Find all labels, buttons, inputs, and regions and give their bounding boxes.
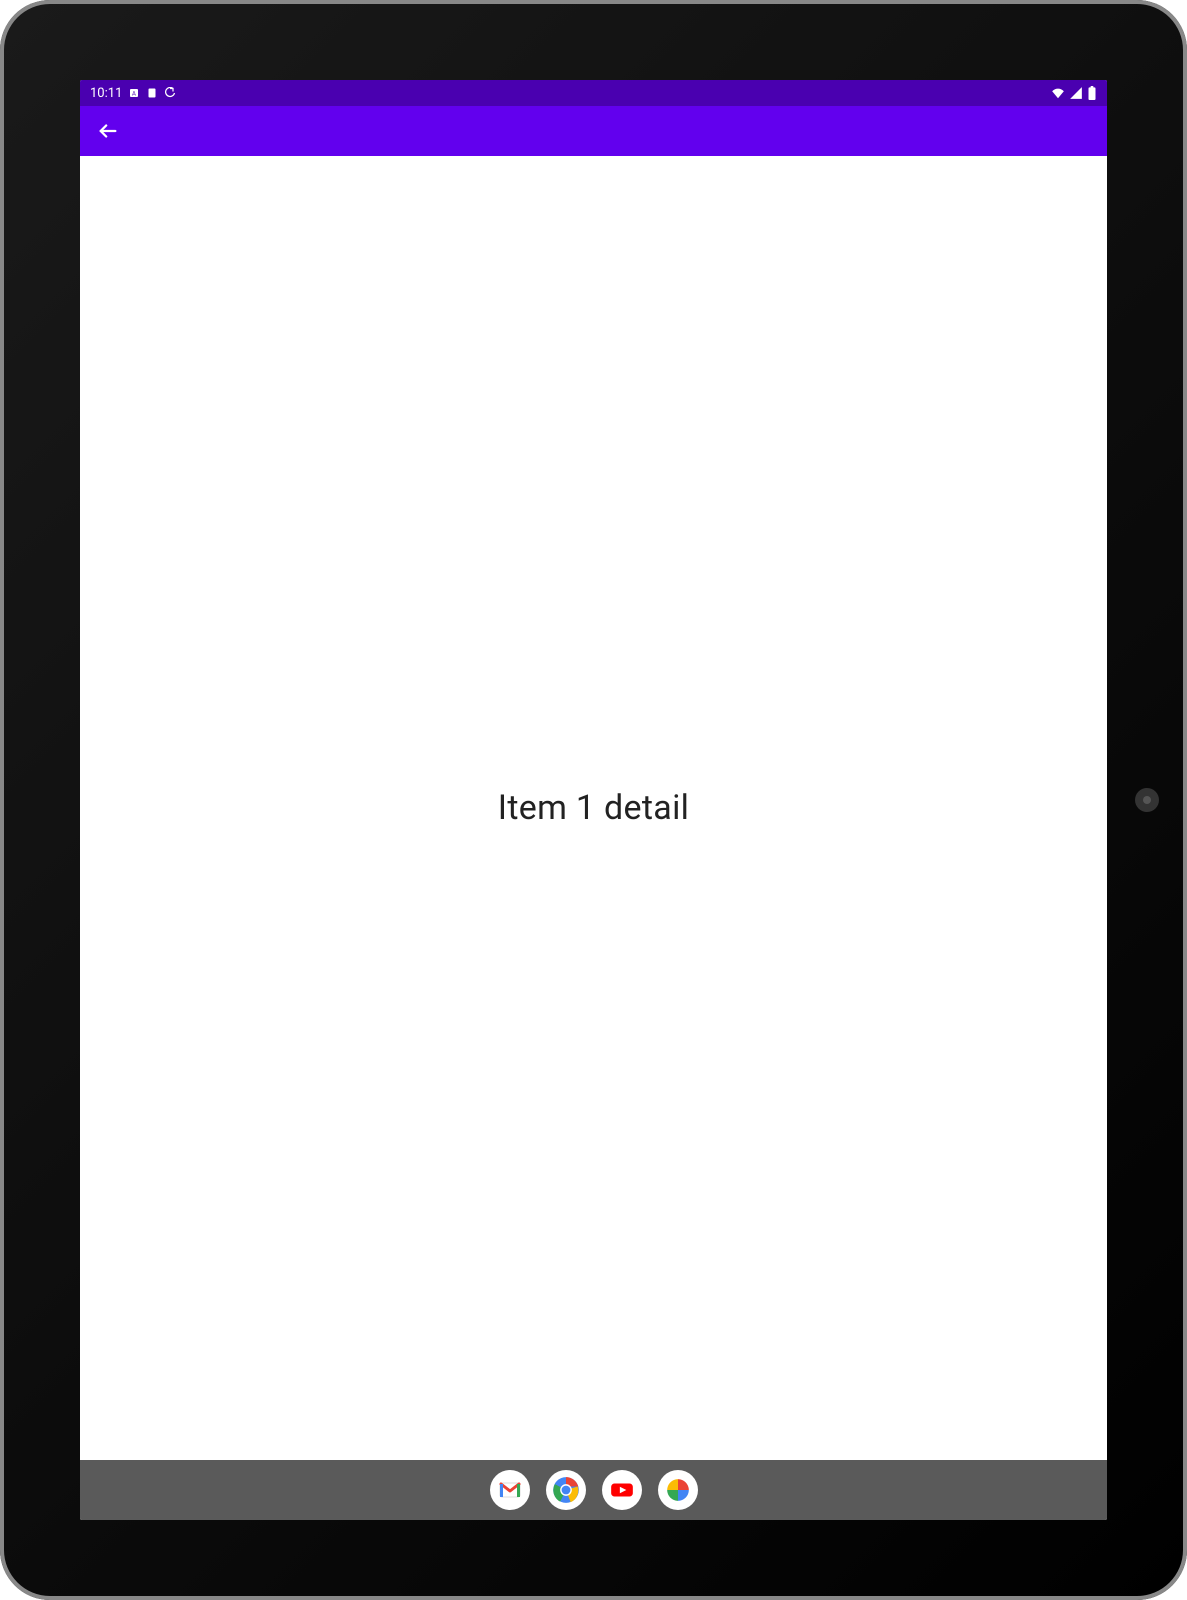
battery-icon bbox=[1087, 86, 1097, 100]
dock-app-chrome[interactable] bbox=[546, 1470, 586, 1510]
tablet-frame: 10:11 A bbox=[0, 0, 1187, 1600]
dock-app-photos[interactable] bbox=[658, 1470, 698, 1510]
wifi-icon bbox=[1051, 86, 1065, 100]
gmail-icon bbox=[498, 1478, 522, 1502]
status-bar: 10:11 A bbox=[80, 80, 1107, 106]
signal-icon bbox=[1069, 86, 1083, 100]
dock-app-youtube[interactable] bbox=[602, 1470, 642, 1510]
sync-icon bbox=[164, 87, 176, 99]
back-button[interactable] bbox=[92, 115, 124, 147]
status-bar-left: 10:11 A bbox=[90, 86, 176, 101]
content-area: Item 1 detail bbox=[80, 156, 1107, 1460]
navigation-bar bbox=[80, 1460, 1107, 1520]
app-bar bbox=[80, 106, 1107, 156]
screen: 10:11 A bbox=[80, 80, 1107, 1520]
status-time: 10:11 bbox=[90, 86, 122, 101]
tablet-camera bbox=[1135, 788, 1159, 812]
detail-text: Item 1 detail bbox=[498, 788, 689, 828]
status-bar-right bbox=[1051, 86, 1097, 100]
chrome-icon bbox=[552, 1476, 580, 1504]
photos-icon bbox=[665, 1477, 691, 1503]
svg-text:A: A bbox=[132, 91, 136, 98]
arrow-back-icon bbox=[97, 120, 119, 142]
auto-rotate-icon: A bbox=[128, 87, 140, 99]
youtube-icon bbox=[609, 1477, 635, 1503]
card-icon bbox=[146, 87, 158, 99]
dock-app-gmail[interactable] bbox=[490, 1470, 530, 1510]
